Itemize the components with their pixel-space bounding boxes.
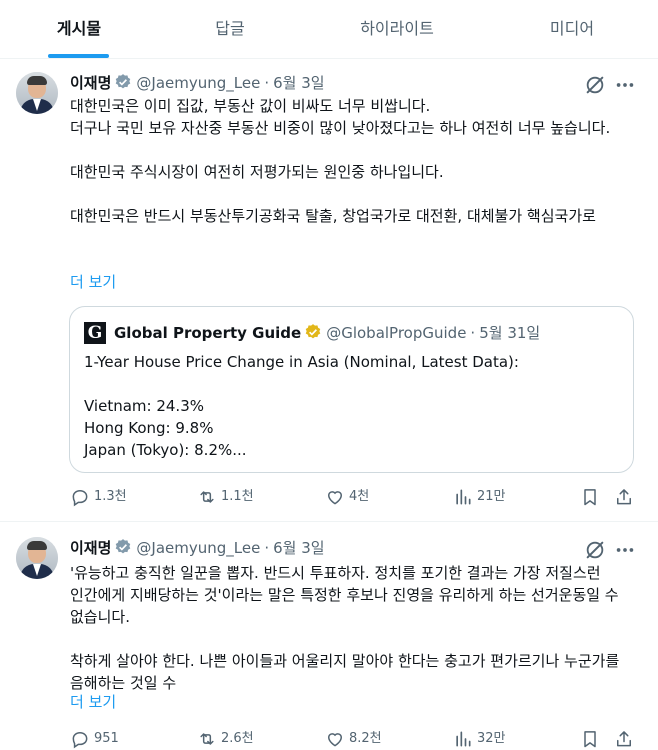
author-name[interactable]: 이재명: [70, 539, 111, 557]
show-more-link[interactable]: 더 보기: [70, 271, 116, 293]
bookmark-icon[interactable]: [580, 487, 600, 507]
reply-count: 951: [94, 731, 119, 746]
verified-badge-icon: [116, 74, 131, 89]
heart-icon: [327, 491, 343, 505]
more-icon[interactable]: [614, 74, 636, 96]
verified-badge-icon: [116, 539, 131, 554]
avatar[interactable]: [16, 72, 58, 114]
quote-header: Global Property Guide @GlobalPropGuide · 5월…: [114, 322, 540, 344]
grok-icon[interactable]: [584, 539, 606, 561]
bookmark-icon[interactable]: [580, 729, 600, 749]
quote-author-name[interactable]: Global Property Guide: [114, 324, 301, 342]
post-header: 이재명 @Jaemyung_Lee · 6월 3일: [70, 537, 325, 559]
repost-count: 2.6천: [221, 731, 254, 746]
repost-icon: [200, 733, 214, 745]
post-divider: [0, 521, 658, 522]
heart-icon: [327, 733, 343, 747]
post-text: 대한민국은 이미 집값, 부동산 값이 비싸도 너무 비쌉니다. 더구나 국민 …: [70, 97, 611, 225]
grok-icon[interactable]: [584, 74, 606, 96]
separator-dot: ·: [470, 324, 476, 342]
show-more-link[interactable]: 더 보기: [70, 691, 116, 713]
quote-text: 1-Year House Price Change in Asia (Nomin…: [84, 353, 519, 459]
quoted-post[interactable]: G Global Property Guide @GlobalPropGuide ·…: [69, 306, 634, 473]
quote-author-handle[interactable]: @GlobalPropGuide: [326, 324, 466, 342]
author-handle[interactable]: @Jaemyung_Lee: [136, 539, 260, 557]
share-icon[interactable]: [614, 487, 634, 507]
post-date[interactable]: 6월 3일: [273, 539, 324, 557]
like-count: 8.2천: [349, 731, 382, 746]
post-date[interactable]: 6월 3일: [273, 74, 324, 92]
post-text: '유능하고 충직한 일꾼을 뽑자. 반드시 투표하자. 정치를 포기한 결과는 …: [70, 564, 620, 692]
repost-icon: [200, 491, 214, 503]
profile-tabs: 게시물 답글 하이라이트 미디어: [0, 0, 658, 59]
tab-posts[interactable]: 게시물: [30, 0, 128, 58]
post-actions: 1.3천 1.1천 4천 21만: [70, 486, 640, 508]
repost-count: 1.1천: [221, 489, 254, 504]
quote-avatar-logo[interactable]: G: [84, 322, 106, 344]
tab-highlights[interactable]: 하이라이트: [336, 0, 458, 58]
gold-verified-badge-icon: [305, 324, 321, 339]
separator-dot: ·: [264, 539, 270, 557]
reply-icon: [72, 489, 88, 507]
quote-date[interactable]: 5월 31일: [479, 324, 540, 342]
reply-count: 1.3천: [94, 489, 127, 504]
author-handle[interactable]: @Jaemyung_Lee: [136, 74, 260, 92]
active-tab-indicator: [48, 54, 109, 58]
author-name[interactable]: 이재명: [70, 74, 111, 92]
views-count: 21만: [477, 489, 506, 504]
views-count: 32만: [477, 731, 506, 746]
post-actions: 951 2.6천 8.2천 32만: [70, 728, 640, 750]
reply-icon: [72, 731, 88, 749]
views-icon: [456, 731, 471, 747]
like-count: 4천: [349, 489, 370, 504]
tab-media[interactable]: 미디어: [530, 0, 614, 58]
post-header: 이재명 @Jaemyung_Lee · 6월 3일: [70, 72, 325, 94]
more-icon[interactable]: [614, 539, 636, 561]
share-icon[interactable]: [614, 729, 634, 749]
tab-replies[interactable]: 답글: [190, 0, 270, 58]
separator-dot: ·: [264, 74, 270, 92]
views-icon: [456, 489, 471, 505]
avatar[interactable]: [16, 537, 58, 579]
